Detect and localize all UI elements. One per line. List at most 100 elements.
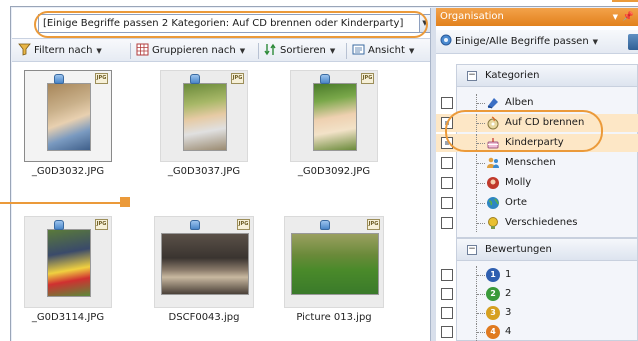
thumbnail-filename: DSCF0043.jpg <box>168 312 240 323</box>
sort-icon <box>264 43 277 56</box>
category-row[interactable]: Orte <box>436 194 638 212</box>
rating-row[interactable]: 1 1 <box>436 266 638 284</box>
chevron-down-icon: ▼ <box>408 47 415 55</box>
rating-label: 2 <box>505 288 512 299</box>
thumbnail-filename: _G0D3032.JPG <box>31 166 105 177</box>
globe-icon <box>486 196 500 210</box>
chevron-down-icon: ▼ <box>592 38 599 46</box>
rating-row[interactable]: 2 2 <box>436 285 638 303</box>
jpg-badge-icon: JPG <box>231 73 244 84</box>
categories-header[interactable]: − Kategorien <box>457 65 637 87</box>
album-icon <box>486 96 500 110</box>
browser-toolbar: Filtern nach ▼ Gruppieren nach ▼ Sortieren… <box>12 38 430 62</box>
thumbnail-filename: _G0D3037.JPG <box>167 166 241 177</box>
tree-line <box>476 174 485 192</box>
category-checkbox[interactable] <box>441 177 453 189</box>
thumbnail-item[interactable]: JPG DSCF0043.jpg <box>154 216 254 326</box>
chevron-down-icon[interactable]: ▼ <box>613 8 618 26</box>
tag-flag-icon <box>320 74 330 84</box>
tag-flag-icon <box>54 74 64 84</box>
person-icon <box>486 176 500 190</box>
category-label: Molly <box>505 177 532 188</box>
rating-checkbox[interactable] <box>441 288 453 300</box>
category-checkbox[interactable] <box>441 197 453 209</box>
callout-connector-marker <box>120 197 130 207</box>
jpg-badge-icon: JPG <box>361 73 374 84</box>
photo-image <box>47 83 91 151</box>
tag-flag-icon <box>320 220 330 230</box>
category-label: Verschiedenes <box>505 217 578 228</box>
category-row[interactable]: Verschiedenes <box>436 214 638 232</box>
organisation-header: Organisation ▼ 📌 <box>436 8 638 26</box>
rating-row[interactable]: 3 3 <box>436 304 638 322</box>
rating-checkbox[interactable] <box>441 307 453 319</box>
thumbnail-filename: _G0D3092.JPG <box>297 166 371 177</box>
category-label: Orte <box>505 197 528 208</box>
organisation-title: Organisation <box>440 11 504 22</box>
people-icon <box>486 156 500 170</box>
toolbar-separator <box>130 43 131 59</box>
ratings-header-label: Bewertungen <box>485 244 552 255</box>
rating-4-icon: 4 <box>486 325 500 339</box>
thumbnail-item[interactable]: JPG _G0D3114.JPG <box>24 216 112 326</box>
group-by-label: Gruppieren nach <box>152 45 236 56</box>
grid-icon <box>136 43 149 56</box>
match-mode-icon <box>440 34 452 46</box>
photo-image <box>47 229 91 297</box>
category-row[interactable]: Molly <box>436 174 638 192</box>
match-mode-bar: Einige/Alle Begriffe passen ▼ <box>436 30 638 54</box>
match-mode-button[interactable]: Einige/Alle Begriffe passen ▼ <box>440 34 598 50</box>
tree-line <box>476 304 485 322</box>
rating-checkbox[interactable] <box>441 326 453 338</box>
thumbnail-item[interactable]: JPG _G0D3037.JPG <box>160 70 248 180</box>
category-checkbox[interactable] <box>441 217 453 229</box>
category-highlight-oval <box>445 110 603 152</box>
collapse-icon[interactable]: − <box>467 71 477 81</box>
group-by-button[interactable]: Gruppieren nach ▼ <box>136 43 245 59</box>
jpg-badge-icon: JPG <box>95 73 108 84</box>
toolbar-separator <box>346 43 347 59</box>
tree-line <box>476 194 485 212</box>
category-checkbox[interactable] <box>441 157 453 169</box>
filter-by-button[interactable]: Filtern nach ▼ <box>18 43 102 59</box>
rating-label: 1 <box>505 269 512 280</box>
chevron-down-icon: ▼ <box>96 47 102 55</box>
sort-button[interactable]: Sortieren ▼ <box>264 43 335 59</box>
tree-line <box>476 323 485 341</box>
photo-browser-pane: [Einige Begriffe passen 2 Kategorien: Au… <box>12 8 431 341</box>
filter-bar: [Einige Begriffe passen 2 Kategorien: Au… <box>12 11 431 38</box>
pin-icon[interactable]: 📌 <box>623 8 634 26</box>
collapse-icon[interactable]: − <box>467 245 477 255</box>
funnel-icon <box>18 43 31 56</box>
view-icon <box>352 43 365 56</box>
thumbnail-filename: Picture 013.jpg <box>296 312 372 323</box>
view-button[interactable]: Ansicht ▼ <box>352 43 414 59</box>
rating-1-icon: 1 <box>486 268 500 282</box>
jpg-badge-icon: JPG <box>95 219 108 230</box>
organisation-pane: Organisation ▼ 📌 Einige/Alle Begriffe pa… <box>436 8 638 341</box>
category-checkbox[interactable] <box>441 97 453 109</box>
panel-edge <box>628 34 638 50</box>
toolbar-separator <box>258 43 259 59</box>
photo-image <box>183 83 227 151</box>
chevron-down-icon: ▼ <box>329 47 336 55</box>
tree-line <box>476 266 485 284</box>
jpg-badge-icon: JPG <box>367 219 380 230</box>
jpg-badge-icon: JPG <box>237 219 250 230</box>
rating-label: 3 <box>505 307 512 318</box>
categories-header-label: Kategorien <box>485 70 540 81</box>
thumbnail-filename: _G0D3114.JPG <box>31 312 105 323</box>
rating-checkbox[interactable] <box>441 269 453 281</box>
tree-line <box>476 214 485 232</box>
chevron-down-icon: ▼ <box>239 47 246 55</box>
sort-label: Sortieren <box>280 45 326 56</box>
tag-flag-icon <box>54 220 64 230</box>
lightbulb-icon <box>486 216 500 230</box>
rating-row[interactable]: 4 4 <box>436 323 638 341</box>
thumbnail-item[interactable]: JPG _G0D3092.JPG <box>290 70 378 180</box>
category-row[interactable]: Menschen <box>436 154 638 172</box>
thumbnail-item[interactable]: JPG Picture 013.jpg <box>284 216 384 326</box>
ratings-header[interactable]: − Bewertungen <box>457 239 637 261</box>
thumbnail-item[interactable]: JPG _G0D3032.JPG <box>24 70 112 180</box>
tag-flag-icon <box>190 220 200 230</box>
